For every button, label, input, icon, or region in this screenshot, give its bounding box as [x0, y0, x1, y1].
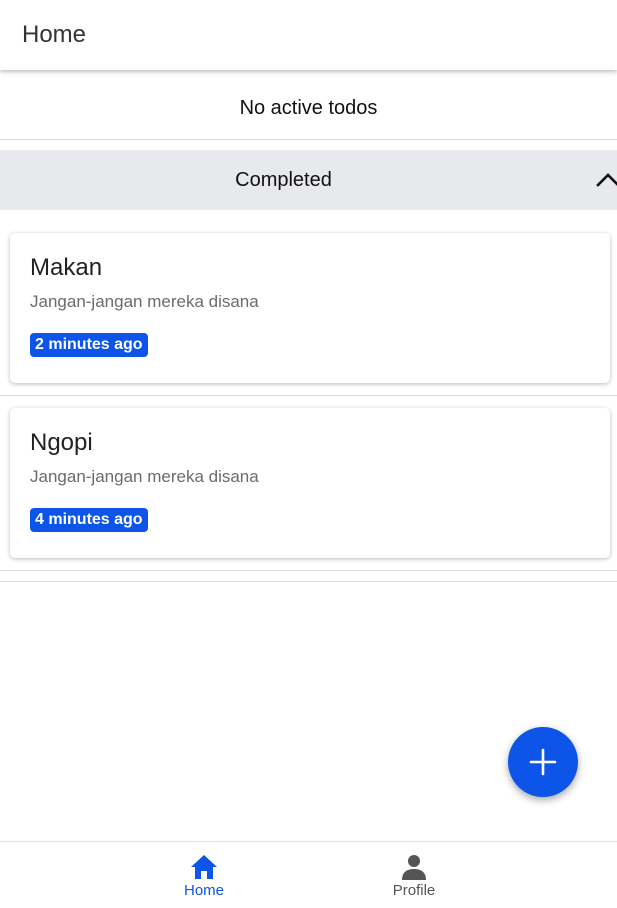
- todo-card[interactable]: Makan Jangan-jangan mereka disana 2 minu…: [10, 233, 610, 383]
- todo-card[interactable]: Ngopi Jangan-jangan mereka disana 4 minu…: [10, 408, 610, 558]
- person-icon: [402, 855, 426, 880]
- app-bar: Home: [0, 0, 617, 70]
- empty-state-text: No active todos: [239, 97, 378, 119]
- list-item: Makan Jangan-jangan mereka disana 2 minu…: [0, 221, 617, 396]
- time-badge: 4 minutes ago: [30, 508, 148, 532]
- home-icon: [191, 855, 217, 879]
- completed-section-header[interactable]: Completed: [0, 150, 617, 210]
- todo-description: Jangan-jangan mereka disana: [30, 292, 259, 311]
- completed-section-title: Completed: [235, 168, 332, 191]
- nav-item-profile[interactable]: Profile: [354, 842, 474, 908]
- todo-title: Ngopi: [30, 429, 93, 456]
- todo-description: Jangan-jangan mereka disana: [30, 467, 259, 486]
- bottom-navigation: Home Profile: [0, 841, 617, 908]
- nav-item-label: Profile: [392, 882, 436, 899]
- todo-title: Makan: [30, 254, 103, 281]
- nav-item-label: Home: [183, 882, 224, 899]
- add-todo-button[interactable]: [508, 727, 578, 797]
- plus-icon: [529, 748, 557, 776]
- time-badge: 2 minutes ago: [30, 333, 148, 357]
- nav-item-home[interactable]: Home: [144, 842, 264, 908]
- page-title: Home: [22, 21, 87, 48]
- chevron-up-icon[interactable]: [595, 168, 617, 192]
- divider: [0, 581, 617, 582]
- active-todos-empty-state: No active todos: [0, 78, 617, 140]
- list-item: Ngopi Jangan-jangan mereka disana 4 minu…: [0, 396, 617, 571]
